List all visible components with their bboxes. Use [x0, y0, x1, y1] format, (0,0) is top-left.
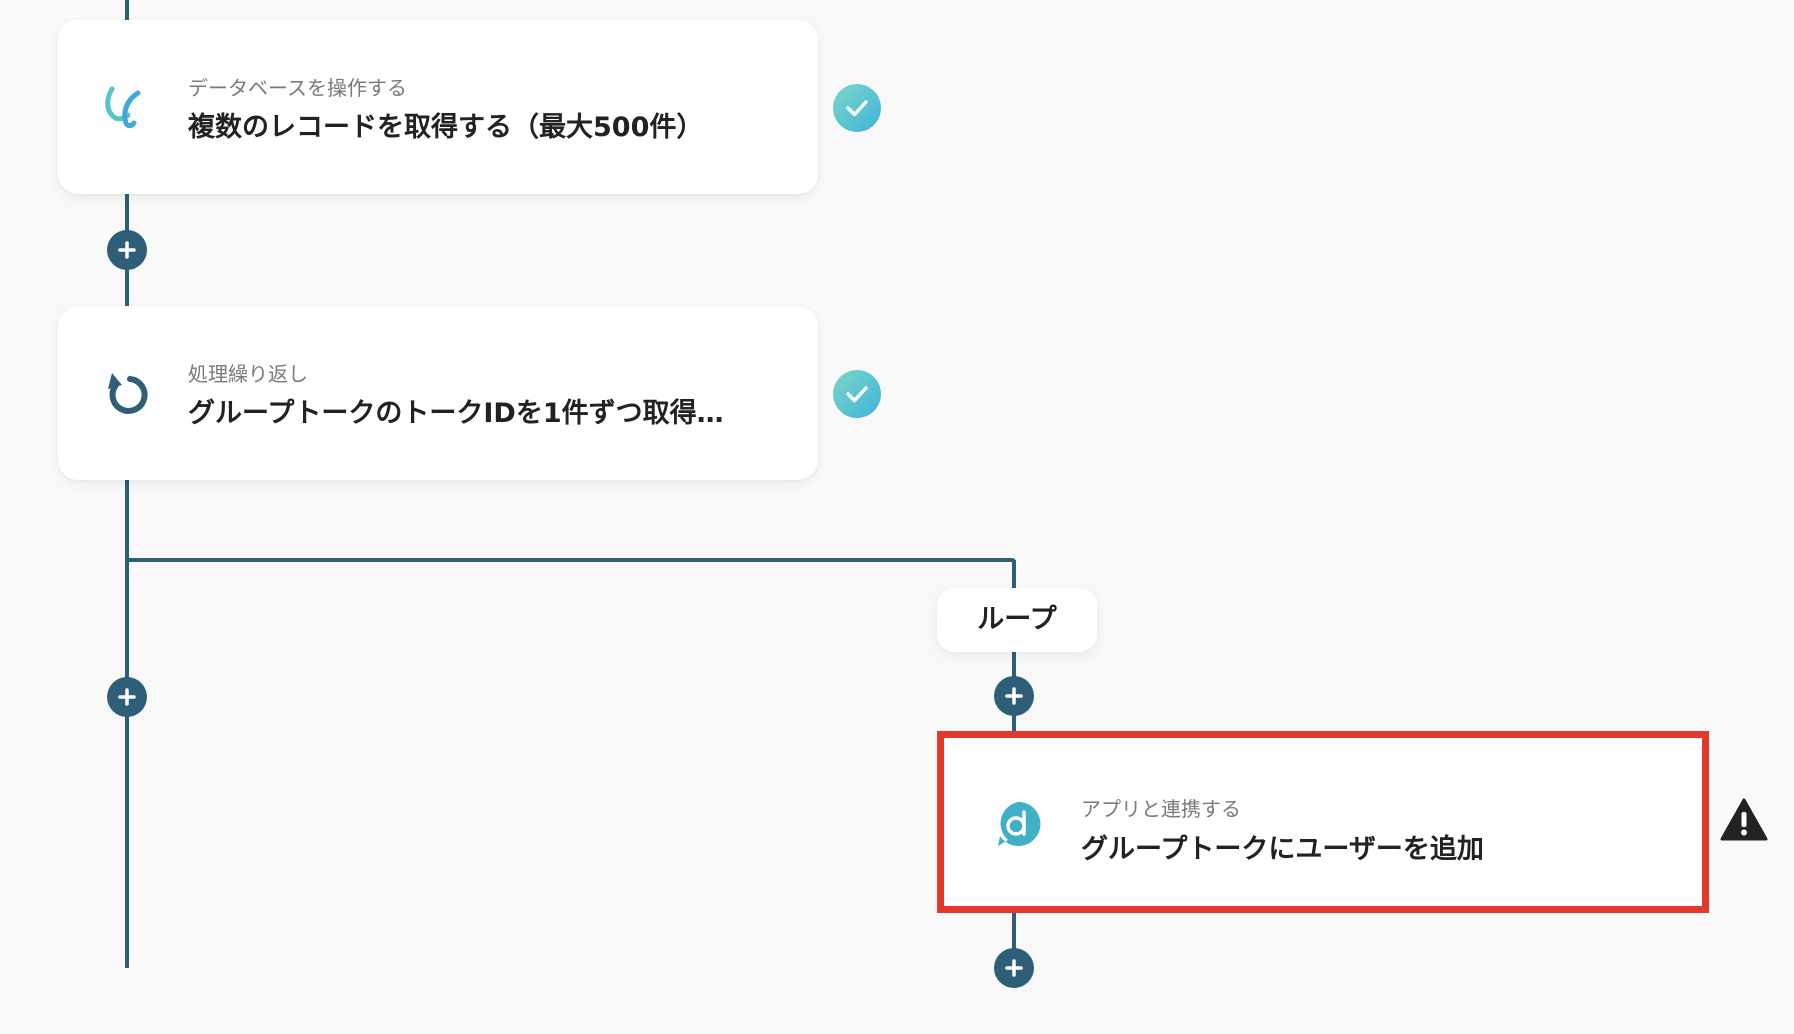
flow-canvas: データベースを操作する 複数のレコードを取得する（最大500件） 処理繰り返し …: [0, 0, 1794, 1034]
app-d-logo-icon: [994, 800, 1042, 848]
branch-vertical-line-top: [1012, 560, 1016, 590]
add-branch-step-button[interactable]: [994, 676, 1034, 716]
loop-arrow-icon: [100, 369, 148, 417]
step-title: グループトークにユーザーを追加: [1081, 834, 1484, 865]
yoom-database-icon: [100, 83, 148, 131]
branch-horizontal-line: [125, 558, 1010, 562]
plus-icon: [1005, 959, 1023, 977]
plus-icon: [118, 688, 136, 706]
add-step-button[interactable]: [107, 677, 147, 717]
plus-icon: [1005, 687, 1023, 705]
step-completed-check-icon: [833, 370, 881, 418]
step-title: グループトークのトークIDを1件ずつ取得…: [188, 398, 724, 429]
step-subtitle: データベースを操作する: [188, 76, 407, 100]
loop-branch-label[interactable]: ループ: [937, 588, 1097, 652]
add-step-button[interactable]: [107, 230, 147, 270]
warning-icon: [1720, 798, 1768, 842]
step-subtitle: アプリと連携する: [1081, 797, 1241, 821]
step-card-get-records[interactable]: データベースを操作する 複数のレコードを取得する（最大500件）: [58, 20, 818, 194]
step-completed-check-icon: [833, 84, 881, 132]
step-subtitle: 処理繰り返し: [188, 362, 308, 386]
step-card-loop[interactable]: 処理繰り返し グループトークのトークIDを1件ずつ取得…: [58, 306, 818, 480]
plus-icon: [118, 241, 136, 259]
add-branch-step-button[interactable]: [994, 948, 1034, 988]
step-title: 複数のレコードを取得する（最大500件）: [188, 112, 704, 143]
step-card-add-user[interactable]: アプリと連携する グループトークにユーザーを追加: [937, 731, 1709, 913]
